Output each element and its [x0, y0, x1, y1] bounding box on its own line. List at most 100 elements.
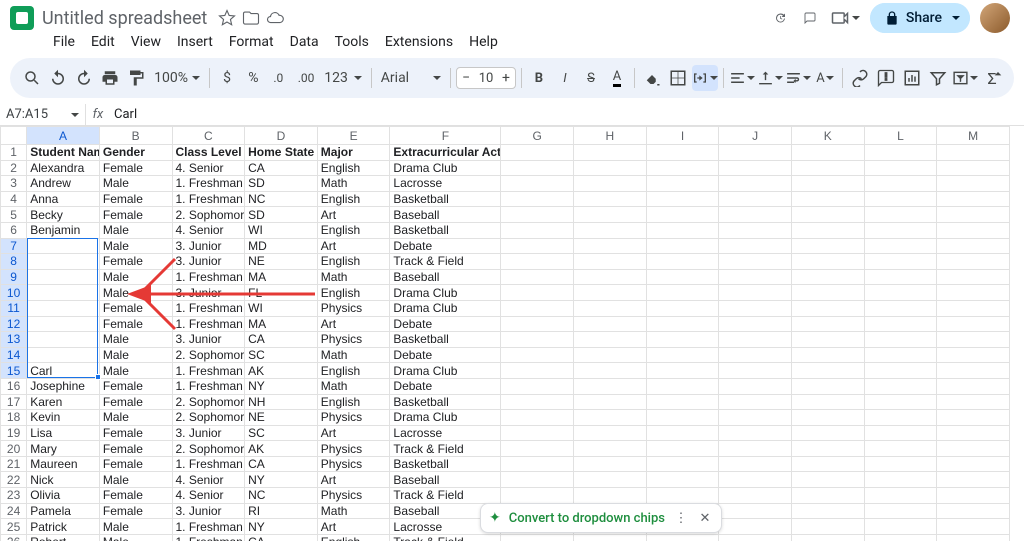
- cell[interactable]: [646, 488, 719, 504]
- cell[interactable]: CA: [245, 160, 318, 176]
- cell[interactable]: [574, 238, 647, 254]
- cell[interactable]: Gender: [99, 145, 172, 161]
- text-rotation-icon[interactable]: A: [813, 65, 837, 91]
- cell[interactable]: [646, 472, 719, 488]
- cell[interactable]: Track & Field: [390, 488, 501, 504]
- cell[interactable]: Female: [99, 300, 172, 316]
- cell[interactable]: 3. Junior: [172, 238, 245, 254]
- cell[interactable]: [574, 300, 647, 316]
- cell[interactable]: [937, 488, 1010, 504]
- select-all-cell[interactable]: [1, 127, 27, 145]
- cell[interactable]: RI: [245, 503, 318, 519]
- cell[interactable]: [864, 410, 937, 426]
- cell[interactable]: Male: [99, 363, 172, 379]
- cell[interactable]: [937, 519, 1010, 535]
- row-header[interactable]: 3: [1, 176, 27, 192]
- cloud-status-icon[interactable]: [266, 9, 284, 27]
- cell[interactable]: Male: [99, 222, 172, 238]
- row-header[interactable]: 4: [1, 191, 27, 207]
- cell[interactable]: [791, 160, 864, 176]
- cell[interactable]: Female: [99, 503, 172, 519]
- row-header[interactable]: 23: [1, 488, 27, 504]
- cell[interactable]: 2. Sophomore: [172, 441, 245, 457]
- cell[interactable]: [574, 363, 647, 379]
- row-header[interactable]: 11: [1, 300, 27, 316]
- cell[interactable]: [646, 378, 719, 394]
- percent-icon[interactable]: %: [241, 65, 265, 91]
- row-header[interactable]: 12: [1, 316, 27, 332]
- cell[interactable]: [864, 503, 937, 519]
- cell[interactable]: [719, 332, 792, 348]
- cell[interactable]: [501, 300, 574, 316]
- paint-format-icon[interactable]: [124, 65, 148, 91]
- cell[interactable]: [27, 285, 100, 301]
- cell[interactable]: [501, 238, 574, 254]
- cell[interactable]: 4. Senior: [172, 222, 245, 238]
- insert-chart-icon[interactable]: [900, 65, 924, 91]
- cell[interactable]: [501, 363, 574, 379]
- cell[interactable]: 1. Freshman: [172, 534, 245, 541]
- cell[interactable]: [27, 332, 100, 348]
- cell[interactable]: Kevin: [27, 410, 100, 426]
- cell[interactable]: 2. Sophomore: [172, 410, 245, 426]
- cell[interactable]: [501, 332, 574, 348]
- cell[interactable]: Pamela: [27, 503, 100, 519]
- number-format-select[interactable]: 123: [320, 70, 366, 86]
- cell[interactable]: 4. Senior: [172, 488, 245, 504]
- cell[interactable]: [719, 160, 792, 176]
- cell[interactable]: Patrick: [27, 519, 100, 535]
- cell[interactable]: [719, 191, 792, 207]
- cell[interactable]: [646, 238, 719, 254]
- cell[interactable]: 2. Sophomore: [172, 207, 245, 223]
- cell[interactable]: [791, 316, 864, 332]
- cell[interactable]: [501, 347, 574, 363]
- cell[interactable]: [864, 176, 937, 192]
- cell[interactable]: Female: [99, 488, 172, 504]
- cell[interactable]: [574, 176, 647, 192]
- cell[interactable]: [937, 300, 1010, 316]
- cell[interactable]: Andrew: [27, 176, 100, 192]
- cell[interactable]: [937, 363, 1010, 379]
- cell[interactable]: SD: [245, 207, 318, 223]
- cell[interactable]: [646, 176, 719, 192]
- column-header-B[interactable]: B: [99, 127, 172, 145]
- cell[interactable]: [791, 534, 864, 541]
- cell[interactable]: [937, 176, 1010, 192]
- cell[interactable]: [501, 269, 574, 285]
- cell[interactable]: Art: [317, 472, 390, 488]
- cell[interactable]: [501, 472, 574, 488]
- cell[interactable]: 1. Freshman: [172, 378, 245, 394]
- cell[interactable]: Male: [99, 285, 172, 301]
- cell[interactable]: 3. Junior: [172, 503, 245, 519]
- cell[interactable]: Female: [99, 456, 172, 472]
- cell[interactable]: Anna: [27, 191, 100, 207]
- cell[interactable]: [646, 363, 719, 379]
- row-header[interactable]: 7: [1, 238, 27, 254]
- cell[interactable]: Track & Field: [390, 441, 501, 457]
- cell[interactable]: [864, 316, 937, 332]
- cell[interactable]: Lisa: [27, 425, 100, 441]
- share-dropdown[interactable]: [950, 5, 970, 31]
- cell[interactable]: [937, 441, 1010, 457]
- cell[interactable]: SC: [245, 347, 318, 363]
- cell[interactable]: [27, 300, 100, 316]
- cell[interactable]: [719, 285, 792, 301]
- cell[interactable]: [719, 503, 792, 519]
- cell[interactable]: NE: [245, 254, 318, 270]
- cell[interactable]: 3. Junior: [172, 425, 245, 441]
- cell[interactable]: Baseball: [390, 269, 501, 285]
- cell[interactable]: [791, 269, 864, 285]
- suggestion-close-icon[interactable]: ✕: [697, 511, 713, 526]
- cell[interactable]: Robert: [27, 534, 100, 541]
- cell[interactable]: [937, 316, 1010, 332]
- cell[interactable]: [937, 394, 1010, 410]
- sheets-logo-icon[interactable]: [10, 6, 34, 30]
- cell[interactable]: Track & Field: [390, 254, 501, 270]
- cell[interactable]: [646, 254, 719, 270]
- cell[interactable]: [719, 300, 792, 316]
- cell[interactable]: Female: [99, 378, 172, 394]
- cell[interactable]: [791, 378, 864, 394]
- increase-font-size[interactable]: +: [497, 70, 515, 86]
- redo-icon[interactable]: [72, 65, 96, 91]
- cell[interactable]: NY: [245, 472, 318, 488]
